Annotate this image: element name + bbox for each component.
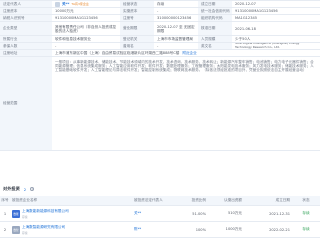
info-row-type: 企业类型 其他有限责任公司（非自然人投资或控股的法人独资） 营业期限 2020-…	[0, 22, 320, 36]
credit-code-value: 91310000MA1G123456	[235, 9, 278, 13]
company-type-label: 企业类型	[0, 22, 52, 35]
col-name: 被投资企业名称	[12, 198, 38, 202]
status-label: 经营状态	[120, 1, 154, 7]
approve-date-value: 2021-06-18	[235, 26, 256, 31]
row-ratio: 51.00%	[192, 211, 206, 216]
row-company-cell: 数能 上海数能新能源科技有限公司 存续	[10, 206, 132, 221]
industry-label: 所属行业	[0, 36, 52, 42]
avatar	[55, 1, 60, 7]
info-row-capital: 注册资本 10000万元 实缴资本 - 统一社会信用代码 91310000MA1…	[0, 8, 320, 15]
scope-value: 一般项目：从事新能源技术、储能技术、节能技术领域内的技术开发、技术咨询、技术服务…	[55, 60, 314, 73]
insured-value: -	[55, 44, 57, 48]
insured-label: 参保人数	[0, 43, 52, 49]
row-date: 2022-02-21	[269, 227, 290, 232]
org-code-value: MA1G12345	[235, 16, 258, 20]
col-status: 状态	[302, 198, 310, 202]
table-row[interactable]: 1 数能 上海数能新能源科技有限公司 存续 关** 51.00% 510万元 2…	[0, 206, 320, 222]
address-value: 上海市浦东新区中国（上海）自由贸易试验区临港新片区环湖西二路888号C楼	[55, 50, 180, 55]
staff-value: 少于50人	[235, 36, 251, 41]
info-row-codes: 纳税人识别号 91310000MA1G123456 注册号 3100000001…	[0, 15, 320, 22]
reg-capital-value: 10000万元	[55, 8, 74, 13]
legal-rep-cell: 关** TA有3家企业	[52, 1, 120, 7]
reg-capital-label: 注册资本	[0, 8, 52, 14]
row-person[interactable]: 陈**	[132, 222, 174, 237]
row-company-cell: 数智 上海数智能源研究有限公司 存续	[10, 222, 132, 237]
invest-section-title: 对外投资	[3, 186, 20, 191]
business-term-label: 营业期限	[120, 22, 154, 35]
company-sub: 存续	[22, 214, 28, 219]
legal-rep-tag[interactable]: TA有3家企业	[71, 2, 89, 6]
setup-date-label: 成立日期	[198, 1, 232, 7]
invest-table-header: 序号 被投资企业名称 被投资法定代表人 投资比例 认缴出资额 成立日期 状态	[0, 196, 320, 206]
registry-value: 上海市市场监督管理局	[157, 36, 193, 41]
company-name-link[interactable]: 上海数智能源研究有限公司	[22, 225, 65, 230]
row-ratio: 100%	[195, 227, 206, 232]
help-icon[interactable]: ?	[30, 187, 35, 191]
former-name-label: 曾用名	[120, 43, 154, 49]
row-no: 2	[3, 227, 7, 232]
col-date: 成立日期	[275, 198, 290, 202]
row-amount: 1000万元	[225, 227, 242, 231]
company-type-value: 其他有限责任公司（非自然人投资或控股的法人独资）	[55, 24, 117, 33]
col-person: 被投资法定代表人	[134, 198, 163, 202]
status-value: 存续	[157, 1, 165, 6]
legal-rep-name[interactable]: 关**	[62, 2, 69, 7]
business-term-value: 2020-12-07 至 无固定期限	[157, 24, 195, 33]
english-name-label: 英文名	[198, 43, 232, 49]
reg-no-value: 310000000123456	[157, 16, 192, 20]
row-amount: 510万元	[227, 211, 242, 215]
scope-label: 经营范围	[0, 57, 52, 150]
address-label: 注册地址	[0, 50, 52, 56]
company-sub: 存续	[22, 230, 28, 235]
paid-capital-label: 实缴资本	[120, 8, 154, 14]
info-row-address: 注册地址 上海市浦东新区中国（上海）自由贸易试验区临港新片区环湖西二路888号C…	[0, 50, 320, 57]
company-logo: 数能	[12, 209, 20, 218]
col-amount: 认缴出资额	[224, 198, 242, 202]
taxpayer-value: 91310000MA1G123456	[55, 16, 98, 20]
address-cell: 上海市浦东新区中国（上海）自由贸易试验区临港新片区环湖西二路888号C楼 附近企…	[52, 50, 320, 56]
credit-code-label: 统一社会信用代码	[198, 8, 232, 14]
business-info-table: 法定代表人 关** TA有3家企业 经营状态 存续 成立日期 2020-12-0…	[0, 0, 320, 151]
row-status: 存续	[302, 227, 310, 231]
invest-section-count: 2	[23, 186, 27, 192]
row-no: 1	[3, 211, 7, 216]
approve-date-label: 核准日期	[198, 22, 232, 35]
staff-label: 人员规模	[198, 36, 232, 42]
nearby-companies-link[interactable]: 附近企业	[182, 51, 196, 56]
col-no: 序号	[1, 198, 9, 202]
paid-capital-value: -	[157, 9, 159, 13]
company-logo: 数智	[12, 225, 20, 234]
table-row[interactable]: 2 数智 上海数智能源研究有限公司 存续 陈** 100% 1000万元 202…	[0, 222, 320, 238]
org-code-label: 组织机构代码	[198, 15, 232, 21]
info-row-industry: 所属行业 软件和信息技术服务业 登记机关 上海市市场监督管理局 人员规模 少于5…	[0, 36, 320, 43]
english-name-value: Sufe Digital Intelligence (Shanghai) Ene…	[235, 43, 300, 49]
invest-table: 序号 被投资企业名称 被投资法定代表人 投资比例 认缴出资额 成立日期 状态 1…	[0, 196, 320, 238]
invest-section-header: 对外投资 2 ?	[0, 184, 320, 194]
setup-date-value: 2020-12-07	[235, 2, 256, 6]
info-row-insured: 参保人数 - 曾用名 - 英文名 Sufe Digital Intelligen…	[0, 43, 320, 50]
company-name-link[interactable]: 上海数能新能源科技有限公司	[22, 209, 69, 214]
former-name-value: -	[157, 44, 159, 48]
col-ratio: 投资比例	[191, 198, 206, 202]
legal-rep-label: 法定代表人	[0, 1, 52, 7]
row-date: 2021-12-31	[269, 211, 290, 216]
reg-no-label: 注册号	[120, 15, 154, 21]
row-person[interactable]: 关**	[132, 206, 174, 221]
info-row-legal-rep: 法定代表人 关** TA有3家企业 经营状态 存续 成立日期 2020-12-0…	[0, 1, 320, 8]
industry-value: 软件和信息技术服务业	[55, 36, 91, 41]
registry-label: 登记机关	[120, 36, 154, 42]
row-status: 存续	[302, 211, 310, 215]
info-row-scope: 经营范围 一般项目：从事新能源技术、储能技术、节能技术领域内的技术开发、技术咨询…	[0, 57, 320, 151]
taxpayer-label: 纳税人识别号	[0, 15, 52, 21]
